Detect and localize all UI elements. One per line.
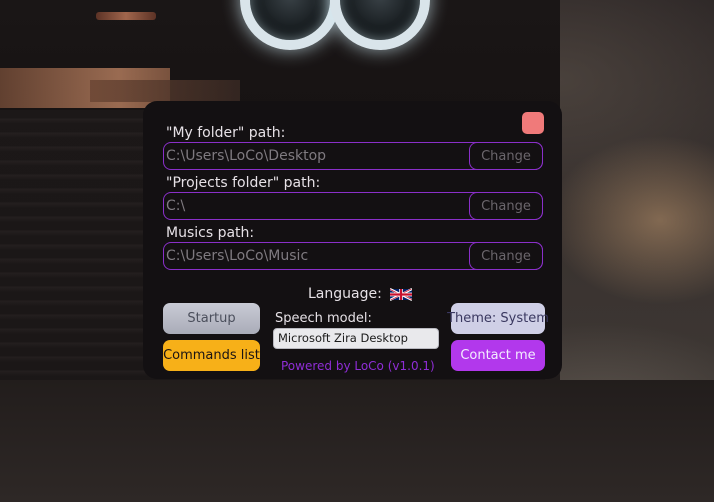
- language-label: Language:: [308, 286, 382, 302]
- car-badge: [96, 12, 156, 20]
- contact-me-button[interactable]: Contact me: [451, 340, 545, 371]
- startup-button[interactable]: Startup: [163, 303, 260, 334]
- language-row: Language:: [308, 286, 412, 302]
- car-copper-trim: [90, 80, 240, 102]
- musics-path-change-button[interactable]: Change: [469, 242, 543, 270]
- my-folder-label: "My folder" path:: [166, 125, 286, 141]
- projects-folder-field: Change: [163, 192, 543, 220]
- powered-by-text: Powered by LoCo (v1.0.1): [281, 359, 435, 373]
- my-folder-change-button[interactable]: Change: [469, 142, 543, 170]
- projects-folder-change-button[interactable]: Change: [469, 192, 543, 220]
- musics-path-label: Musics path:: [166, 225, 255, 241]
- speech-model-label: Speech model:: [275, 311, 372, 326]
- projects-folder-label: "Projects folder" path:: [166, 175, 321, 191]
- settings-window: "My folder" path: Change "Projects folde…: [143, 101, 562, 379]
- projects-folder-input[interactable]: [166, 195, 466, 217]
- close-button[interactable]: [522, 112, 544, 134]
- musics-path-field: Change: [163, 242, 543, 270]
- speech-model-select[interactable]: Microsoft Zira Desktop: [273, 328, 439, 349]
- musics-path-input[interactable]: [166, 245, 466, 267]
- commands-list-button[interactable]: Commands list: [163, 340, 260, 371]
- my-folder-field: Change: [163, 142, 543, 170]
- theme-button[interactable]: Theme: System: [447, 303, 549, 334]
- uk-flag-icon[interactable]: [389, 287, 412, 302]
- ground-rocks: [0, 380, 714, 502]
- my-folder-input[interactable]: [166, 145, 466, 167]
